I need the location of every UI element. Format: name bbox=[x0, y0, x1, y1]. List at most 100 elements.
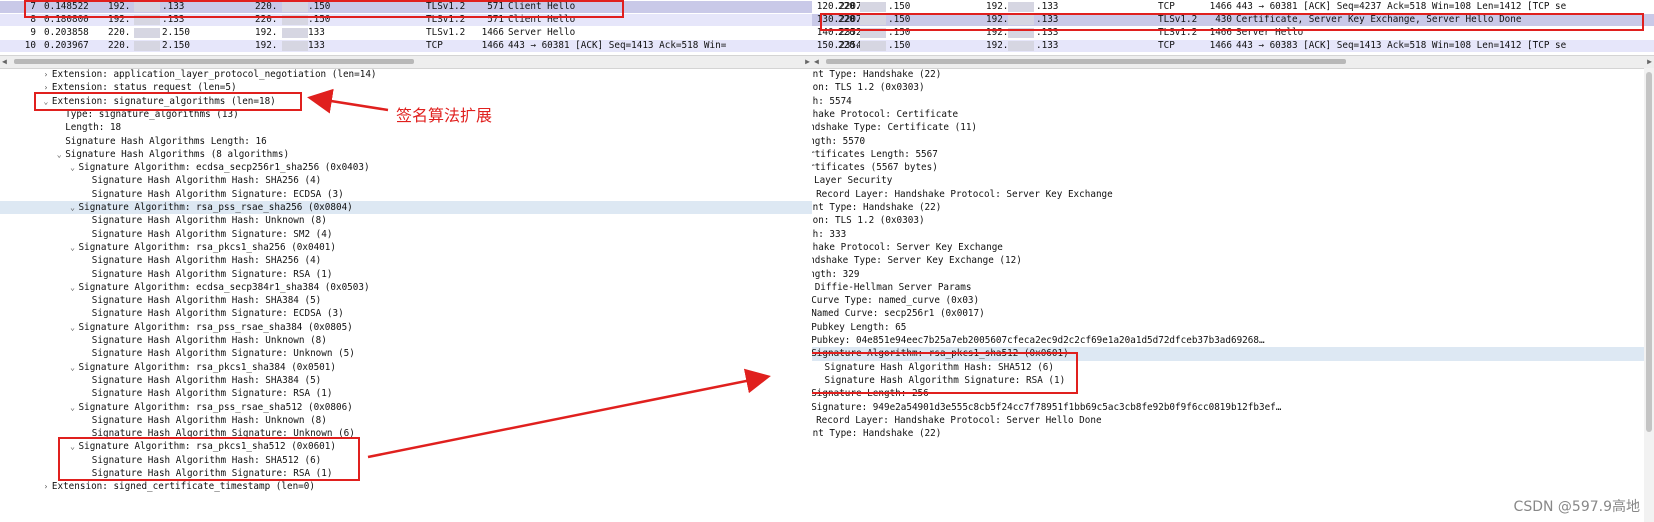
tree-row[interactable]: ⌄ Signature Algorithm: ecdsa_secp256r1_sh… bbox=[0, 161, 812, 174]
tree-row[interactable]: Handshake Type: Server Key Exchange (12) bbox=[812, 254, 1654, 267]
scroll-right-icon[interactable]: ▶ bbox=[1647, 56, 1652, 68]
tree-row-label: Signature Hash Algorithms (8 algorithms) bbox=[65, 148, 290, 160]
red-box-client-hello bbox=[24, 0, 624, 18]
tree-row[interactable]: ⌄EC Diffie-Hellman Server Params bbox=[812, 281, 1654, 294]
tree-row[interactable]: Certificates Length: 5567 bbox=[812, 148, 1654, 161]
tree-row[interactable]: Signature Hash Algorithm Hash: SHA384 (5… bbox=[0, 294, 812, 307]
horizontal-scrollbar[interactable]: ◀ ▶ bbox=[0, 55, 812, 69]
packet-info: 443 → 60383 [ACK] Seq=1413 Ack=518 Win=1… bbox=[1236, 40, 1567, 51]
scrollbar-thumb[interactable] bbox=[14, 59, 414, 64]
collapse-arrow-icon[interactable]: ⌄ bbox=[67, 361, 79, 374]
collapse-arrow-icon[interactable]: ⌄ bbox=[67, 321, 79, 334]
tree-row[interactable]: ⌄ Signature Algorithm: rsa_pss_rsae_sha25… bbox=[0, 201, 812, 215]
scroll-right-icon[interactable]: ▶ bbox=[805, 56, 810, 68]
packet-time: 0.203858 bbox=[44, 27, 89, 38]
tree-row[interactable]: Content Type: Handshake (22) bbox=[812, 201, 1654, 214]
tree-row-label: Signature: 949e2a54901d3e555c8cb5f24cc7f… bbox=[812, 401, 1282, 413]
packet-source: 220. bbox=[108, 27, 131, 38]
tree-row[interactable]: Signature Hash Algorithms Length: 16 bbox=[0, 135, 812, 148]
vertical-scrollbar-thumb[interactable] bbox=[1646, 72, 1652, 432]
vertical-scrollbar[interactable] bbox=[1644, 68, 1654, 522]
packet-row[interactable]: 15 0.235410 220. .150 192. .133 TCP 1466 443 → 6… bbox=[812, 40, 1654, 52]
tree-row[interactable]: ⌄ Signature Hash Algorithms (8 algorithms… bbox=[0, 148, 812, 161]
tree-row[interactable]: ⌄TLSv1.2 Record Layer: Handshake Protoco… bbox=[812, 188, 1654, 201]
collapse-arrow-icon[interactable]: ⌄ bbox=[67, 401, 79, 414]
tree-row[interactable]: ⌄ Signature Algorithm: rsa_pss_rsae_sha51… bbox=[0, 401, 812, 414]
tree-row[interactable]: Content Type: Handshake (22) bbox=[812, 68, 1654, 81]
tree-row[interactable]: ⌄Handshake Protocol: Certificate bbox=[812, 108, 1654, 121]
scroll-left-icon[interactable]: ◀ bbox=[2, 56, 7, 68]
tree-row-label: TLSv1.2 Record Layer: Handshake Protocol… bbox=[816, 188, 1113, 200]
collapse-arrow-icon[interactable]: ⌄ bbox=[67, 241, 79, 254]
tree-row-label: Length: 18 bbox=[65, 122, 122, 134]
horizontal-scrollbar[interactable]: ◀ ▶ bbox=[812, 55, 1654, 69]
tree-row[interactable]: ⌄Handshake Protocol: Server Key Exchange bbox=[812, 241, 1654, 254]
packet-destination-tail: 133 bbox=[308, 40, 325, 51]
tree-row[interactable]: Handshake Type: Certificate (11) bbox=[812, 121, 1654, 134]
tree-row-label: Signature Hash Algorithm Hash: SHA384 (5… bbox=[91, 295, 322, 307]
packet-protocol: TCP bbox=[1158, 1, 1175, 12]
tree-row-label: Handshake Type: Server Key Exchange (12) bbox=[812, 255, 1022, 267]
tree-row[interactable]: › Extension: application_layer_protocol_n… bbox=[0, 68, 812, 81]
scroll-left-icon[interactable]: ◀ bbox=[814, 56, 819, 68]
packet-protocol: TCP bbox=[1158, 40, 1175, 51]
tree-row[interactable]: ⌄ Signature Algorithm: ecdsa_secp384r1_sh… bbox=[0, 281, 812, 294]
tree-row[interactable]: ⌄ Signature Algorithm: rsa_pkcs1_sha256 (… bbox=[0, 241, 812, 254]
tree-row-label: Signature Hash Algorithm Signature: ECDS… bbox=[91, 308, 344, 320]
tree-row[interactable]: Signature Hash Algorithm Hash: SHA256 (4… bbox=[0, 174, 812, 187]
tree-row-label: EC Diffie-Hellman Server Params bbox=[812, 281, 972, 293]
scrollbar-thumb[interactable] bbox=[826, 59, 1346, 64]
tree-row[interactable]: Signature Hash Algorithm Hash: SHA384 (5… bbox=[0, 374, 812, 387]
tree-row[interactable]: ⌄ Signature Algorithm: rsa_pss_rsae_sha38… bbox=[0, 321, 812, 334]
tree-row[interactable]: Content Type: Handshake (22) bbox=[812, 427, 1654, 440]
tree-row[interactable]: Signature: 949e2a54901d3e555c8cb5f24cc7f… bbox=[812, 401, 1654, 414]
tree-row[interactable]: Signature Hash Algorithm Signature: Unkn… bbox=[0, 347, 812, 360]
tree-row[interactable]: Length: 5574 bbox=[812, 95, 1654, 108]
tree-row[interactable]: ⌄Transport Layer Security bbox=[812, 174, 1654, 187]
expand-arrow-icon[interactable]: › bbox=[40, 68, 52, 81]
packet-row[interactable]: 9 0.203858 220. 2.150 192. 133 TLSv1.2 1466 Serv… bbox=[0, 27, 812, 39]
redaction-mask bbox=[1008, 2, 1034, 12]
red-box-signature-extension bbox=[34, 92, 302, 111]
collapse-arrow-icon[interactable]: ⌄ bbox=[67, 281, 79, 294]
packet-time: 0.203967 bbox=[44, 40, 89, 51]
tree-row[interactable]: Signature Hash Algorithm Signature: RSA … bbox=[0, 268, 812, 281]
tree-row[interactable]: Curve Type: named_curve (0x03) bbox=[812, 294, 1654, 307]
packet-row[interactable]: 12 0.220708 220. .150 192. .133 TCP 1466 443 → 6… bbox=[812, 1, 1654, 13]
tree-row[interactable]: › Extension: signed_certificate_timestamp… bbox=[0, 480, 812, 493]
tree-row[interactable]: Length: 5570 bbox=[812, 135, 1654, 148]
annotation-label: 签名算法扩展 bbox=[396, 106, 493, 125]
tree-row[interactable]: Named Curve: secp256r1 (0x0017) bbox=[812, 307, 1654, 320]
tree-row[interactable]: ›Certificates (5567 bytes) bbox=[812, 161, 1654, 174]
tree-row[interactable]: Length: 333 bbox=[812, 228, 1654, 241]
tree-row[interactable]: ⌄ Signature Algorithm: rsa_pkcs1_sha384 (… bbox=[0, 361, 812, 374]
expand-arrow-icon[interactable]: › bbox=[40, 480, 52, 493]
tree-row-label: Signature Hash Algorithms Length: 16 bbox=[65, 135, 267, 147]
tree-row[interactable]: Signature Hash Algorithm Hash: SHA256 (4… bbox=[0, 254, 812, 267]
redaction-mask bbox=[860, 2, 886, 12]
packet-row[interactable]: 10 0.203967 220. 2.150 192. 133 TCP 1466 443 → 6… bbox=[0, 40, 812, 52]
tree-row[interactable]: Signature Hash Algorithm Signature: RSA … bbox=[0, 387, 812, 400]
tree-row[interactable]: Pubkey: 04e851e94eec7b25a7eb2005607cfeca… bbox=[812, 334, 1654, 347]
tree-row[interactable]: ⌄TLSv1.2 Record Layer: Handshake Protoco… bbox=[812, 414, 1654, 427]
collapse-arrow-icon[interactable]: ⌄ bbox=[53, 148, 65, 161]
tree-row[interactable]: Signature Hash Algorithm Signature: ECDS… bbox=[0, 188, 812, 201]
tree-row[interactable]: Signature Hash Algorithm Hash: Unknown (… bbox=[0, 414, 812, 427]
tree-row-label: Signature Hash Algorithm Signature: ECDS… bbox=[91, 188, 344, 200]
tree-row[interactable]: Length: 329 bbox=[812, 268, 1654, 281]
tree-row[interactable]: Signature Hash Algorithm Signature: SM2 … bbox=[0, 228, 812, 241]
tree-row[interactable]: Version: TLS 1.2 (0x0303) bbox=[812, 81, 1654, 94]
collapse-arrow-icon[interactable]: ⌄ bbox=[67, 201, 79, 214]
tree-row[interactable]: Version: TLS 1.2 (0x0303) bbox=[812, 214, 1654, 227]
tree-row-label: Signature Hash Algorithm Hash: Unknown (… bbox=[91, 414, 327, 426]
tree-row-label: Content Type: Handshake (22) bbox=[812, 69, 942, 80]
packet-info: Server Hello bbox=[508, 27, 576, 38]
packet-length: 1466 bbox=[1209, 40, 1232, 51]
collapse-arrow-icon[interactable]: ⌄ bbox=[67, 161, 79, 174]
tree-row[interactable]: Signature Hash Algorithm Hash: Unknown (… bbox=[0, 214, 812, 227]
tree-row[interactable]: Pubkey Length: 65 bbox=[812, 321, 1654, 334]
tree-row[interactable]: Signature Hash Algorithm Signature: ECDS… bbox=[0, 307, 812, 320]
tree-row-label: Version: TLS 1.2 (0x0303) bbox=[812, 215, 925, 227]
packet-source: 220. bbox=[838, 1, 861, 12]
tree-row[interactable]: Signature Hash Algorithm Hash: Unknown (… bbox=[0, 334, 812, 347]
